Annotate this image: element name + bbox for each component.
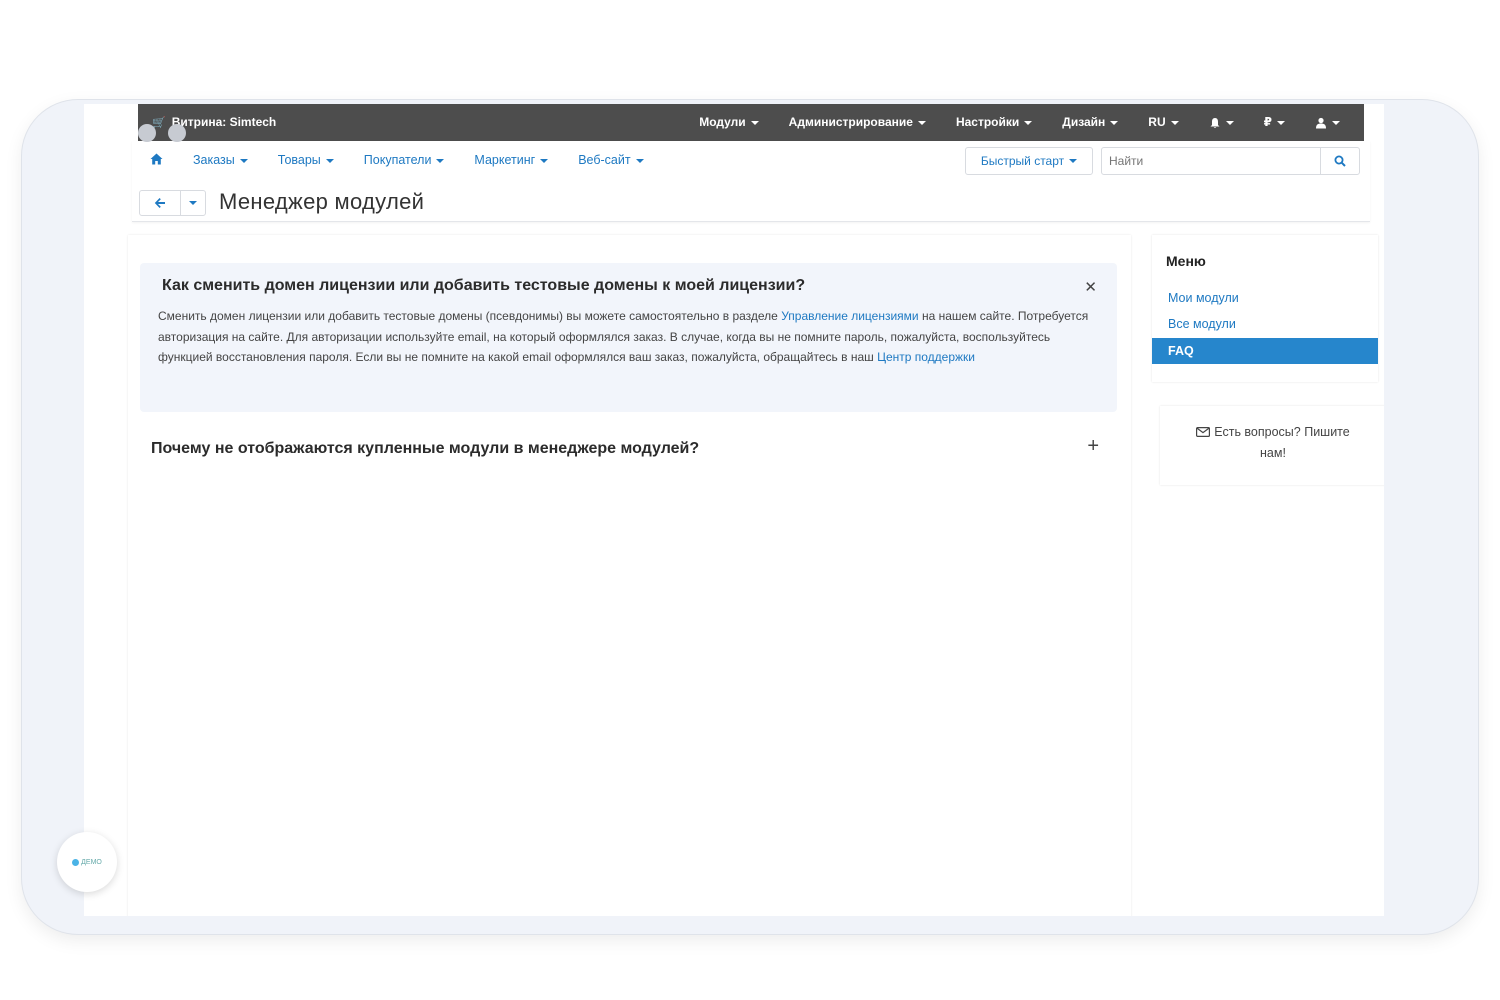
support-center-link[interactable]: Центр поддержки <box>877 350 975 364</box>
caret-down-icon <box>1225 120 1234 125</box>
faq-question[interactable]: Как сменить домен лицензии или добавить … <box>162 277 805 295</box>
top-nav-modules[interactable]: Модули <box>699 115 759 129</box>
menu-customers[interactable]: Покупатели <box>364 153 445 168</box>
arrow-left-icon <box>154 198 165 208</box>
license-management-link[interactable]: Управление лицензиями <box>781 309 918 323</box>
caret-down-icon <box>750 120 759 125</box>
collapse-icon[interactable]: ✕ <box>1084 278 1097 296</box>
caret-down-icon <box>1024 120 1033 125</box>
top-nav: Модули Администрирование Настройки Дизай… <box>699 115 1340 129</box>
menu-website[interactable]: Веб-сайт <box>578 153 644 168</box>
camera-dot <box>138 124 156 142</box>
search-button[interactable] <box>1320 148 1359 174</box>
search-input[interactable] <box>1102 148 1320 174</box>
caret-down-icon <box>540 158 549 163</box>
faq-panel: Как сменить домен лицензии или добавить … <box>128 235 1131 916</box>
demo-dot-icon <box>72 858 80 866</box>
caret-down-icon <box>1170 120 1179 125</box>
sidebar-title: Меню <box>1166 253 1206 269</box>
caret-down-icon <box>239 158 248 163</box>
top-nav-administration[interactable]: Администрирование <box>789 115 926 129</box>
faq-question-collapsed[interactable]: Почему не отображаются купленные модули … <box>151 440 699 458</box>
currency-selector[interactable]: ₽ <box>1264 115 1285 129</box>
top-nav-settings[interactable]: Настройки <box>956 115 1033 129</box>
top-nav-design[interactable]: Дизайн <box>1062 115 1119 129</box>
search-box <box>1101 147 1360 175</box>
camera-dot <box>168 124 186 142</box>
envelope-icon <box>1196 427 1211 438</box>
caret-down-icon <box>325 158 334 163</box>
main-menu: Заказы Товары Покупатели Маркетинг Веб-с… <box>150 153 644 168</box>
back-history-dropdown[interactable] <box>180 191 205 215</box>
app-screen: 🛒 Витрина: Simtech Модули Администрирова… <box>84 104 1384 916</box>
search-icon <box>1334 155 1346 167</box>
user-menu[interactable] <box>1315 115 1340 129</box>
sidebar-item-all-modules[interactable]: Все модули <box>1152 311 1378 337</box>
sidebar-menu: Меню Мои модули Все модули FAQ <box>1152 235 1378 382</box>
home-icon[interactable] <box>150 153 163 168</box>
user-icon <box>1316 117 1326 129</box>
caret-down-icon <box>1332 120 1340 125</box>
back-button-group <box>139 190 206 216</box>
notifications-menu[interactable] <box>1209 115 1234 129</box>
menu-orders[interactable]: Заказы <box>193 153 248 168</box>
back-button[interactable] <box>140 191 180 215</box>
contact-box[interactable]: Есть вопросы? Пишите нам! <box>1160 406 1384 485</box>
caret-down-icon <box>189 201 197 205</box>
expand-icon[interactable]: + <box>1087 435 1099 458</box>
faq-answer: Сменить домен лицензии или добавить тест… <box>158 309 1089 364</box>
menu-marketing[interactable]: Маркетинг <box>474 153 549 168</box>
caret-down-icon <box>1277 120 1285 125</box>
caret-down-icon <box>917 120 926 125</box>
bell-icon <box>1210 117 1220 128</box>
secondary-nav: Заказы Товары Покупатели Маркетинг Веб-с… <box>132 141 1370 222</box>
sidebar-item-my-modules[interactable]: Мои модули <box>1152 285 1378 311</box>
language-selector[interactable]: RU <box>1148 115 1179 129</box>
caret-down-icon <box>436 158 445 163</box>
faq-item-expanded: Как сменить домен лицензии или добавить … <box>140 263 1117 412</box>
page-title: Менеджер модулей <box>219 189 425 214</box>
contact-text: Есть вопросы? Пишите нам! <box>1214 425 1350 460</box>
caret-down-icon <box>1110 120 1119 125</box>
menu-products[interactable]: Товары <box>278 153 334 168</box>
sidebar-item-faq[interactable]: FAQ <box>1152 338 1378 364</box>
caret-down-icon <box>635 158 644 163</box>
storefront-label: Витрина: Simtech <box>171 115 277 129</box>
demo-badge[interactable]: ДЕМО <box>57 832 117 892</box>
quick-start-button[interactable]: Быстрый старт <box>965 147 1093 175</box>
top-bar: 🛒 Витрина: Simtech Модули Администрирова… <box>138 104 1364 141</box>
caret-down-icon <box>1069 159 1078 163</box>
